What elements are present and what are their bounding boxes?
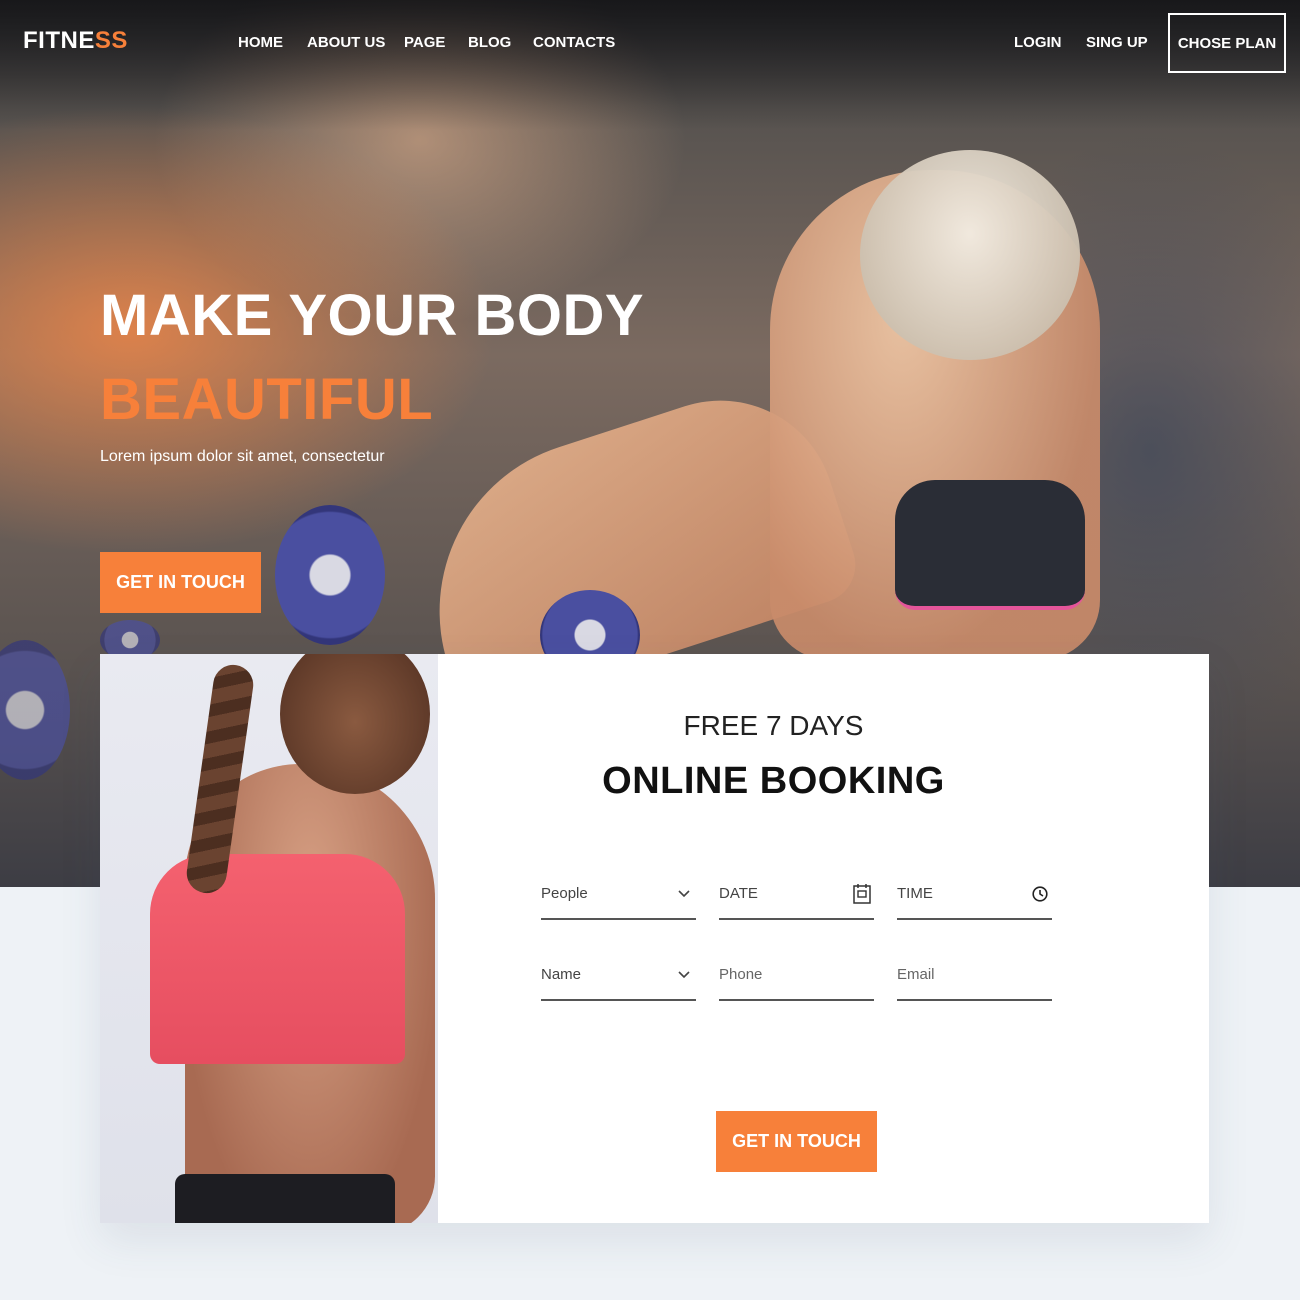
booking-title: ONLINE BOOKING <box>602 760 945 802</box>
nav-link-home[interactable]: HOME <box>238 34 283 51</box>
hero-title: MAKE YOUR BODY <box>100 283 645 348</box>
nav-link-blog[interactable]: BLOG <box>468 34 511 51</box>
hero-title-accent: BEAUTIFUL <box>100 367 434 432</box>
name-select-label: Name <box>541 966 582 983</box>
photo-pink-top <box>150 854 405 1064</box>
hero-subtitle: Lorem ipsum dolor sit amet, consectetur <box>100 448 385 465</box>
date-field-label: DATE <box>719 885 758 902</box>
booking-photo <box>100 654 438 1223</box>
brand-logo[interactable]: FITNESS <box>23 27 128 55</box>
choose-plan-button[interactable]: CHOSE PLAN <box>1168 13 1286 73</box>
dumbbell-plate-image <box>0 640 70 780</box>
booking-get-in-touch-button[interactable]: GET IN TOUCH <box>716 1111 877 1172</box>
hero-photo-hair <box>860 150 1080 360</box>
login-link[interactable]: LOGIN <box>1014 34 1062 51</box>
phone-field[interactable]: Phone <box>719 961 874 1001</box>
people-select-label: People <box>541 885 588 902</box>
chevron-down-icon <box>674 884 694 904</box>
chevron-down-icon <box>674 965 694 985</box>
phone-field-placeholder: Phone <box>719 966 763 983</box>
time-field[interactable]: TIME <box>897 880 1052 920</box>
nav-link-page[interactable]: PAGE <box>404 34 445 51</box>
logo-accent-text: SS <box>94 27 128 54</box>
dumbbell-plate-image <box>275 505 385 645</box>
people-select[interactable]: People <box>541 880 696 920</box>
date-field[interactable]: DATE <box>719 880 874 920</box>
clock-icon[interactable] <box>1030 884 1050 904</box>
photo-shorts <box>175 1174 395 1223</box>
booking-subtitle: FREE 7 DAYS <box>683 710 864 741</box>
email-field-placeholder: Email <box>897 966 935 983</box>
signup-link[interactable]: SING UP <box>1086 34 1148 51</box>
nav-link-about-us[interactable]: ABOUT US <box>307 34 385 51</box>
email-field[interactable]: Email <box>897 961 1052 1001</box>
logo-main-text: FITNE <box>23 27 95 54</box>
nav-link-contacts[interactable]: CONTACTS <box>533 34 615 51</box>
hero-top-shade <box>0 0 1300 130</box>
hero-photo-sports-top <box>895 480 1085 610</box>
name-select[interactable]: Name <box>541 961 696 1001</box>
time-field-label: TIME <box>897 885 933 902</box>
calendar-icon[interactable] <box>852 884 872 904</box>
hero-get-in-touch-button[interactable]: GET IN TOUCH <box>100 552 261 613</box>
